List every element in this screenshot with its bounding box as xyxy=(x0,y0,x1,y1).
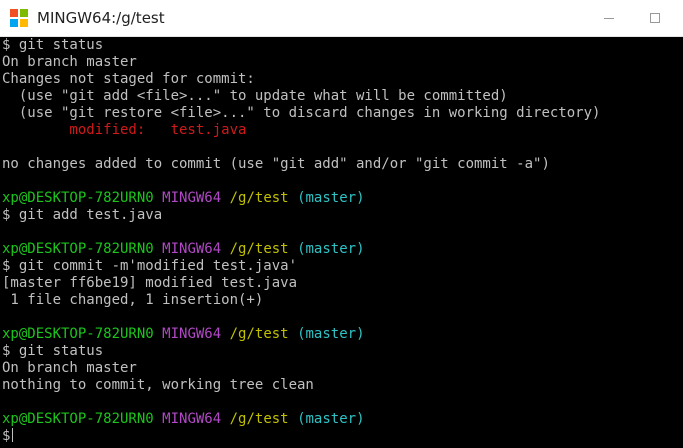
terminal-line: $ git status xyxy=(2,343,104,359)
prompt-line: xp@DESKTOP-782URN0 MINGW64 /g/test (mast… xyxy=(2,241,669,258)
prompt-path: /g/test xyxy=(229,411,289,427)
prompt-user-host: xp@DESKTOP-782URN0 xyxy=(2,241,154,257)
modified-label: modified: xyxy=(2,122,171,138)
title-bar[interactable]: MINGW64:/g/test xyxy=(0,0,683,37)
prompt-symbol: $ xyxy=(2,428,11,444)
terminal-line: $ git add test.java xyxy=(2,207,163,223)
input-line[interactable]: $ xyxy=(2,428,669,445)
prompt-user-host: xp@DESKTOP-782URN0 xyxy=(2,411,154,427)
window-title: MINGW64:/g/test xyxy=(37,9,165,27)
prompt-branch: (master) xyxy=(297,190,365,206)
prompt-line: xp@DESKTOP-782URN0 MINGW64 /g/test (mast… xyxy=(2,190,669,207)
minimize-icon xyxy=(604,17,614,19)
terminal-line: (use "git restore <file>..." to discard … xyxy=(2,105,601,121)
prompt-branch: (master) xyxy=(297,411,365,427)
prompt-env: MINGW64 xyxy=(162,190,222,206)
terminal-line: nothing to commit, working tree clean xyxy=(2,377,314,393)
prompt-env: MINGW64 xyxy=(162,326,222,342)
prompt-line: xp@DESKTOP-782URN0 MINGW64 /g/test (mast… xyxy=(2,411,669,428)
prompt-env: MINGW64 xyxy=(162,241,222,257)
terminal-line: 1 file changed, 1 insertion(+) xyxy=(2,292,264,308)
terminal-line-modified: modified: test.java xyxy=(2,122,669,139)
maximize-button[interactable] xyxy=(632,0,678,36)
terminal-window: MINGW64:/g/test $ git status On branch m… xyxy=(0,0,683,448)
maximize-icon xyxy=(650,13,660,23)
prompt-line: xp@DESKTOP-782URN0 MINGW64 /g/test (mast… xyxy=(2,326,669,343)
minimize-button[interactable] xyxy=(586,0,632,36)
prompt-branch: (master) xyxy=(297,326,365,342)
prompt-user-host: xp@DESKTOP-782URN0 xyxy=(2,326,154,342)
scrollbar[interactable] xyxy=(669,37,683,448)
terminal-line: no changes added to commit (use "git add… xyxy=(2,156,550,172)
prompt-user-host: xp@DESKTOP-782URN0 xyxy=(2,190,154,206)
git-bash-icon xyxy=(10,9,28,27)
prompt-path: /g/test xyxy=(229,241,289,257)
terminal-line: (use "git add <file>..." to update what … xyxy=(2,88,508,104)
prompt-path: /g/test xyxy=(229,190,289,206)
text-cursor xyxy=(12,428,14,442)
modified-file: test.java xyxy=(170,122,247,138)
terminal-line: $ git commit -m'modified test.java' xyxy=(2,258,298,274)
prompt-path: /g/test xyxy=(229,326,289,342)
terminal-output[interactable]: $ git status On branch master Changes no… xyxy=(0,37,669,448)
terminal-line: Changes not staged for commit: xyxy=(2,71,255,87)
terminal-line: $ git status xyxy=(2,37,104,53)
prompt-env: MINGW64 xyxy=(162,411,222,427)
terminal-line: [master ff6be19] modified test.java xyxy=(2,275,298,291)
terminal-line: On branch master xyxy=(2,54,137,70)
terminal-line: On branch master xyxy=(2,360,137,376)
prompt-branch: (master) xyxy=(297,241,365,257)
